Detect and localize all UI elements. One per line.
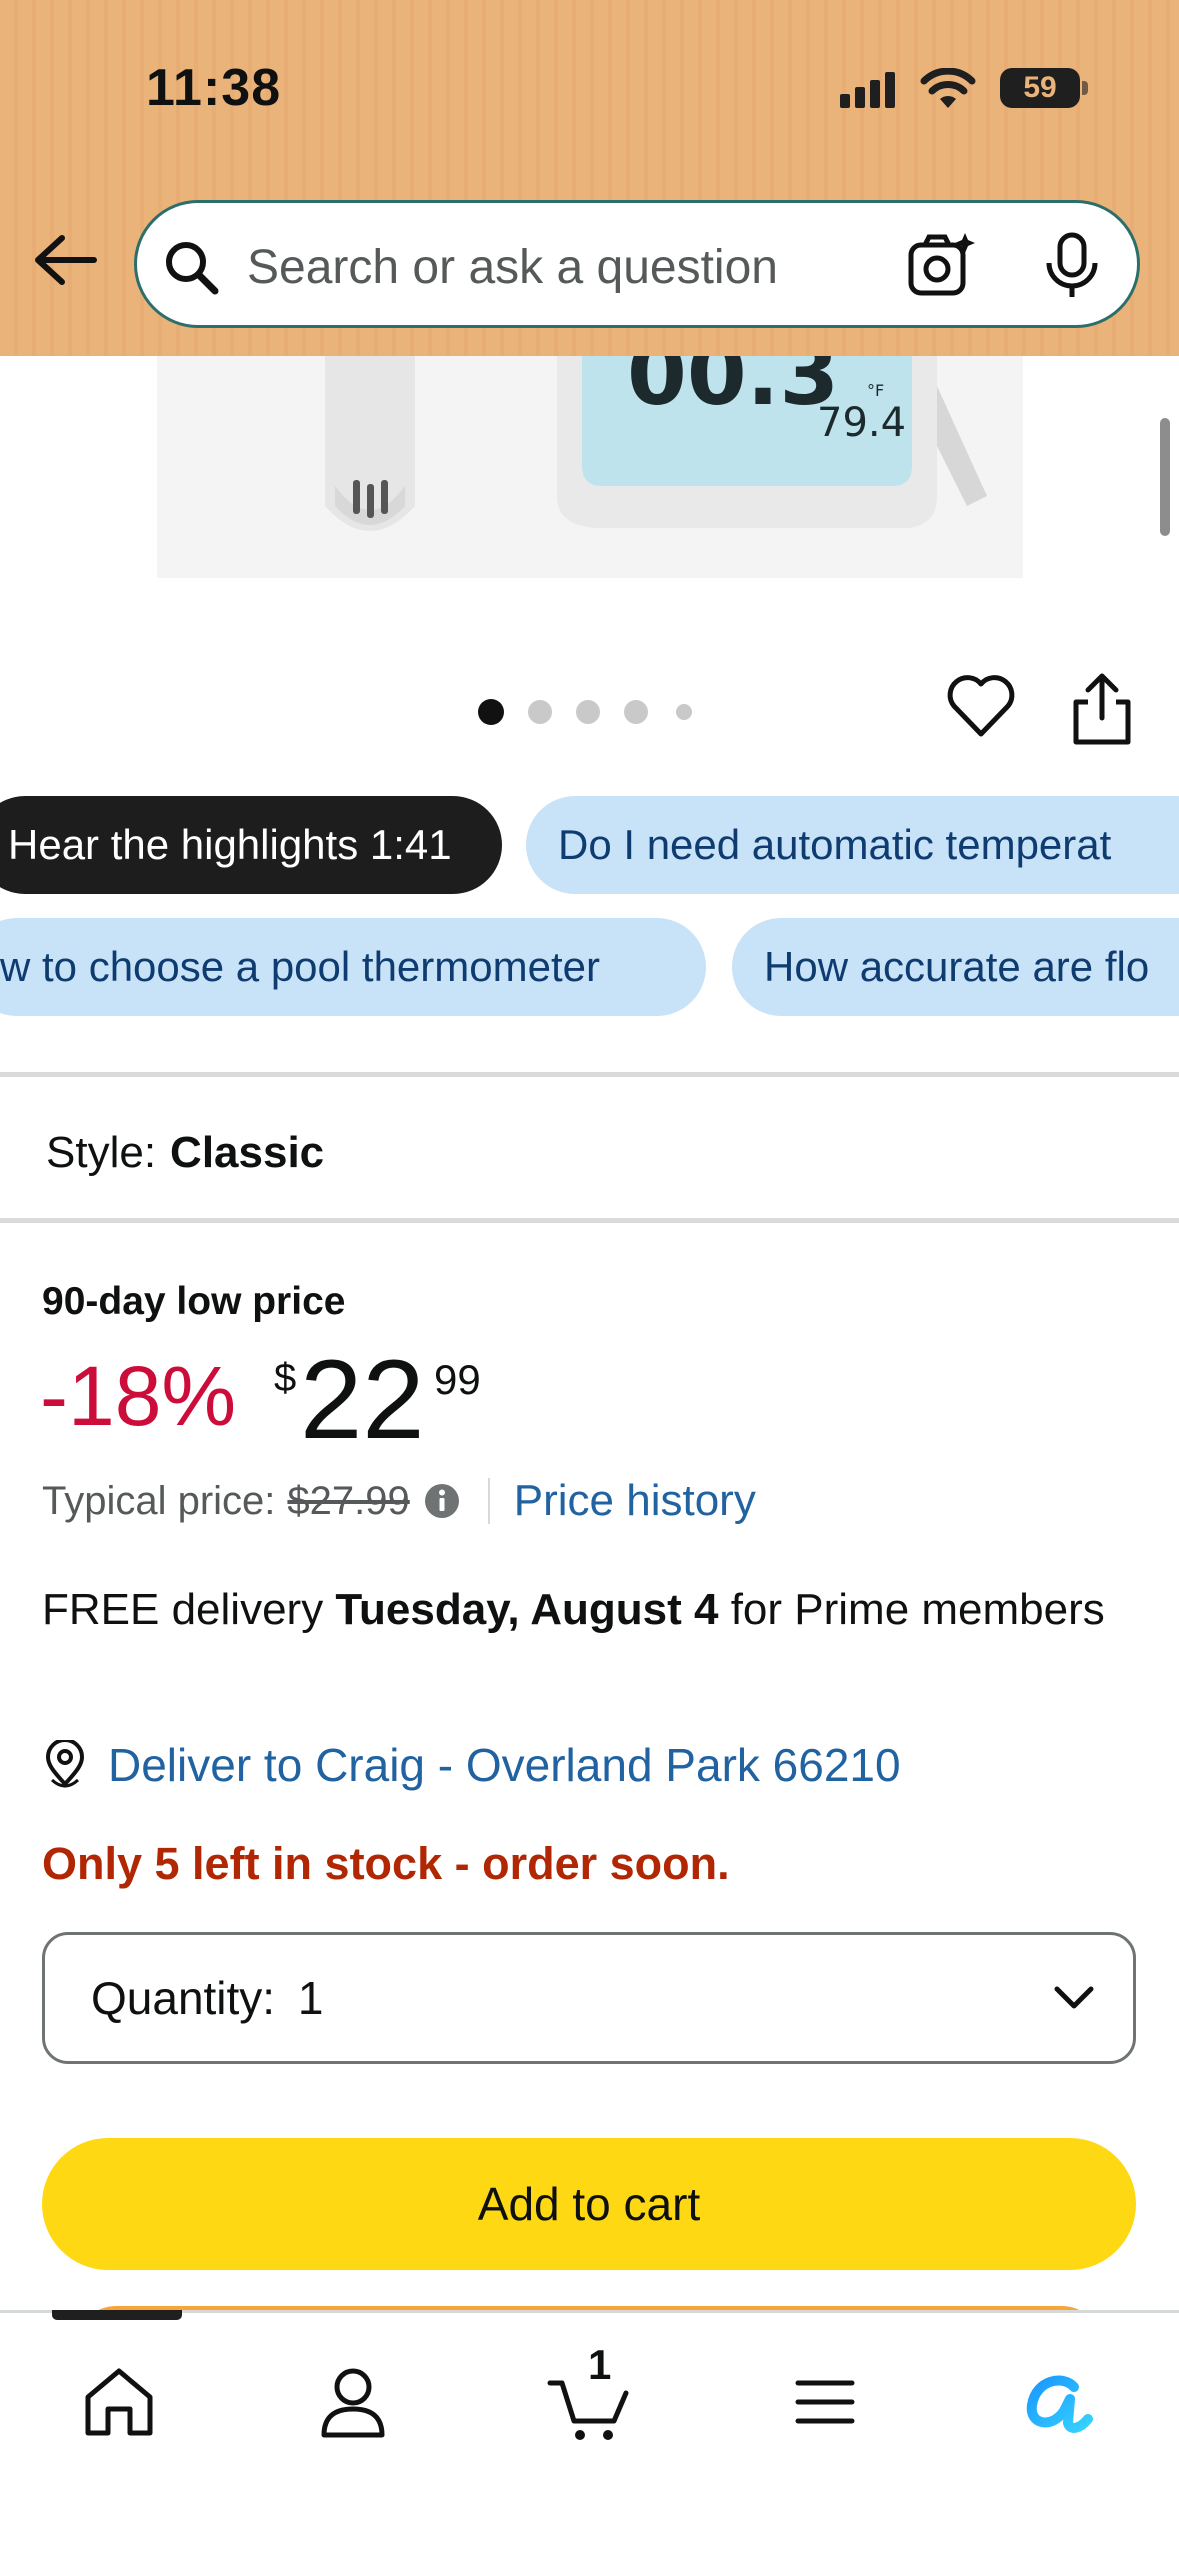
thermometer-product-illustration: 00.3 79.4 °F [157, 356, 1023, 578]
share-button[interactable] [1070, 672, 1134, 746]
nav-account[interactable] [308, 2357, 398, 2447]
chevron-down-icon [1054, 1986, 1094, 2009]
quantity-value: 1 [297, 1972, 324, 2024]
style-label: Style: [46, 1128, 157, 1177]
mic-icon[interactable] [1037, 231, 1107, 301]
pager-dot[interactable] [576, 700, 600, 724]
delivery-date: Tuesday, August 4 [335, 1585, 719, 1634]
stock-status: Only 5 left in stock - order soon. [42, 1838, 730, 1889]
camera-icon[interactable] [905, 231, 975, 301]
nav-cart[interactable]: 1 [544, 2341, 634, 2447]
typical-price-value: $27.99 [287, 1478, 410, 1523]
deal-badge-text: 90-day low price [42, 1280, 346, 1323]
search-input[interactable] [247, 229, 887, 305]
delivery-suffix: for Prime members [730, 1585, 1105, 1634]
hear-highlights-chip[interactable]: Hear the highlights 1:41 [0, 796, 502, 894]
separator [487, 1478, 490, 1524]
section-divider [0, 1072, 1179, 1077]
search-icon [166, 242, 219, 295]
scroll-indicator [1160, 418, 1170, 536]
style-value: Classic [170, 1128, 325, 1177]
quantity-label: Quantity: [91, 1972, 276, 2024]
discount-percent: -18% [40, 1349, 237, 1443]
typical-price-label: Typical price: [42, 1478, 276, 1523]
status-icons: 59 [840, 58, 1088, 118]
price-currency: $ [274, 1356, 297, 1400]
signal-icon [840, 72, 895, 108]
share-icon [1073, 673, 1131, 745]
nav-rufus[interactable] [1014, 2357, 1104, 2447]
wishlist-button[interactable] [946, 672, 1016, 742]
delivery-message: FREE delivery Tuesday, August 4 for Prim… [42, 1580, 1122, 1640]
style-selector[interactable]: Style: Classic [46, 1128, 324, 1178]
product-image[interactable]: 00.3 79.4 °F [157, 356, 1023, 578]
typical-price-row: Typical price: $27.99 Price history [42, 1476, 756, 1526]
add-to-cart-button[interactable]: Add to cart [42, 2138, 1136, 2270]
display-unit: °F [867, 381, 884, 400]
chip-label: Hear the highlights 1:41 [8, 821, 452, 868]
price-fraction: 99 [434, 1356, 481, 1403]
quantity-dropdown[interactable]: Quantity: 1 [42, 1932, 1136, 2064]
deliver-to-link[interactable]: Deliver to Craig - Overland Park 66210 [108, 1738, 901, 1792]
display-small-reading: 79.4 [817, 400, 906, 446]
info-icon[interactable] [424, 1483, 460, 1519]
account-icon [321, 2368, 385, 2438]
question-chip[interactable]: Do I need automatic temperat [526, 796, 1179, 894]
search-bar[interactable] [134, 200, 1140, 328]
cart-count-badge: 1 [588, 2341, 612, 2388]
chip-label: How accurate are flo [764, 943, 1150, 990]
question-chip[interactable]: How accurate are flo [732, 918, 1179, 1016]
pager-dot[interactable] [528, 700, 552, 724]
home-icon [85, 2368, 153, 2436]
question-chip[interactable]: w to choose a pool thermometer [0, 918, 706, 1016]
top-header: 11:38 59 [0, 0, 1179, 356]
status-time: 11:38 [146, 59, 282, 117]
display-big-reading: 00.3 [627, 356, 839, 425]
heart-icon [947, 675, 1015, 737]
back-arrow-icon [35, 235, 97, 285]
bottom-nav: 1 [0, 2310, 1179, 2556]
deliver-to-location[interactable]: Deliver to Craig - Overland Park 66210 [42, 1738, 901, 1792]
battery-indicator: 59 [1000, 68, 1088, 108]
back-button[interactable] [30, 230, 110, 300]
chip-label: Do I need automatic temperat [558, 821, 1112, 868]
pager-dot[interactable] [676, 704, 692, 720]
rufus-icon [1026, 2375, 1093, 2433]
pager-dot-active[interactable] [478, 699, 504, 725]
section-divider [0, 1218, 1179, 1223]
active-tab-indicator [52, 2310, 182, 2320]
wifi-icon [920, 68, 976, 108]
nav-menu[interactable] [780, 2357, 870, 2447]
chip-label: w to choose a pool thermometer [0, 943, 600, 990]
pager-dot[interactable] [624, 700, 648, 724]
nav-home[interactable] [74, 2357, 164, 2447]
price-history-link[interactable]: Price history [514, 1476, 756, 1526]
location-pin-icon [45, 1740, 85, 1788]
delivery-prefix: FREE delivery [42, 1585, 324, 1634]
menu-icon [795, 2380, 855, 2424]
price-whole: 22 [300, 1337, 425, 1462]
